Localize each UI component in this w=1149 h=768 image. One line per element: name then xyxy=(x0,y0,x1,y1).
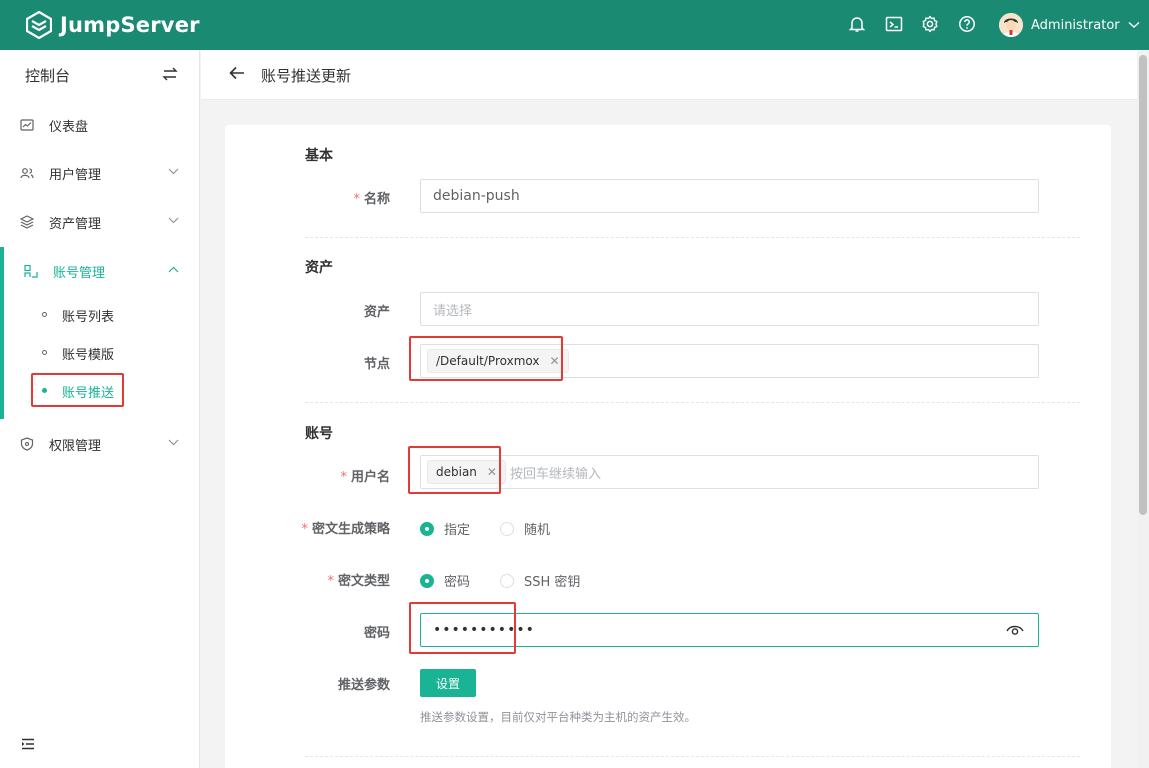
dashboard-icon xyxy=(20,119,34,131)
sidebar-item-dashboard[interactable]: 仪表盘 xyxy=(0,101,200,149)
section-title-account: 账号 xyxy=(305,426,333,442)
radio-password[interactable]: 密码 xyxy=(420,571,470,590)
section-divider xyxy=(305,237,1080,238)
terminal-icon[interactable] xyxy=(885,15,903,33)
sidebar-subitem-label: 账号列表 xyxy=(62,310,115,325)
bullet-icon xyxy=(42,312,47,317)
switch-view-icon[interactable] xyxy=(162,66,178,82)
sidebar-subitem-account-push[interactable]: 账号推送 xyxy=(0,371,200,409)
nodes-select[interactable]: /Default/Proxmox ✕ xyxy=(420,344,1039,378)
radio-checked-icon xyxy=(420,521,434,536)
page-header: 账号推送更新 xyxy=(201,50,1137,100)
section-title-basic: 基本 xyxy=(305,148,333,164)
sidebar-header: 控制台 xyxy=(0,50,200,100)
bullet-icon xyxy=(42,388,47,393)
close-icon[interactable]: ✕ xyxy=(549,354,559,368)
name-label: * 名称 xyxy=(353,192,390,207)
node-tag: /Default/Proxmox ✕ xyxy=(427,349,569,373)
nodes-label: 节点 xyxy=(363,357,390,372)
radio-label: 指定 xyxy=(444,523,471,538)
brand-name: JumpServer xyxy=(60,13,200,37)
assets-placeholder: 请选择 xyxy=(433,303,473,319)
secret-strategy-label: * 密文生成策略 xyxy=(301,522,390,537)
sidebar-subitem-label: 账号推送 xyxy=(62,386,115,401)
sidebar-subitem-account-template[interactable]: 账号模版 xyxy=(0,333,200,371)
assets-select[interactable]: 请选择 xyxy=(420,292,1039,326)
sidebar-item-users[interactable]: 用户管理 xyxy=(0,149,200,197)
sidebar-item-accounts[interactable]: 账号管理 xyxy=(0,247,200,295)
password-value: ••••••••••• xyxy=(433,622,535,638)
sidebar-subitem-label: 账号模版 xyxy=(62,348,115,363)
sidebar-item-label: 仪表盘 xyxy=(49,119,89,135)
form-card xyxy=(225,125,1111,768)
bell-icon[interactable] xyxy=(848,15,866,33)
radio-label: SSH 密钥 xyxy=(524,575,581,590)
chevron-down-icon xyxy=(168,168,179,175)
radio-unchecked-icon xyxy=(500,521,515,536)
avatar xyxy=(999,13,1023,37)
sidebar-subitem-account-list[interactable]: 账号列表 xyxy=(0,295,200,333)
username-placeholder: 按回车继续输入 xyxy=(509,466,601,482)
secret-type-label: * 密文类型 xyxy=(327,574,390,589)
jumpserver-logo-icon xyxy=(26,11,52,39)
sidebar-item-assets[interactable]: 资产管理 xyxy=(0,198,200,246)
chevron-down-icon xyxy=(1128,21,1140,28)
radio-ssh-key[interactable]: SSH 密钥 xyxy=(500,571,580,590)
radio-random[interactable]: 随机 xyxy=(500,519,550,538)
section-title-asset: 资产 xyxy=(305,260,333,276)
collapse-sidebar-icon[interactable] xyxy=(21,738,35,750)
close-icon[interactable]: ✕ xyxy=(487,465,497,479)
accounts-icon xyxy=(24,264,38,278)
username-label: * 用户名 xyxy=(340,470,390,485)
sidebar-item-label: 账号管理 xyxy=(53,265,106,281)
radio-label: 随机 xyxy=(524,523,551,538)
chevron-up-icon xyxy=(168,266,179,273)
node-tag-label: /Default/Proxmox xyxy=(436,354,540,368)
users-icon xyxy=(20,168,34,179)
scrollbar[interactable] xyxy=(1137,50,1149,768)
radio-label: 密码 xyxy=(444,575,471,590)
shield-icon xyxy=(20,437,34,451)
username-input[interactable]: debian ✕ 按回车继续输入 xyxy=(420,455,1039,489)
push-params-settings-button[interactable]: 设置 xyxy=(420,669,476,697)
sidebar-item-label: 权限管理 xyxy=(49,438,102,454)
chevron-down-icon xyxy=(168,217,179,224)
gear-icon[interactable] xyxy=(921,15,939,33)
eye-icon[interactable] xyxy=(1006,624,1024,636)
secret-strategy-radio-group: 指定 随机 xyxy=(420,519,580,538)
secret-type-radio-group: 密码 SSH 密钥 xyxy=(420,571,610,590)
user-menu[interactable]: Administrator xyxy=(999,13,1140,37)
username-tag: debian ✕ xyxy=(427,460,506,484)
bullet-icon xyxy=(42,350,47,355)
section-divider xyxy=(305,402,1080,403)
back-arrow-icon[interactable] xyxy=(229,66,245,80)
sidebar-item-label: 用户管理 xyxy=(49,167,102,183)
sidebar-title: 控制台 xyxy=(25,67,71,85)
radio-specify[interactable]: 指定 xyxy=(420,519,470,538)
section-divider xyxy=(305,756,1080,757)
name-input[interactable]: debian-push xyxy=(420,179,1039,213)
scrollbar-thumb[interactable] xyxy=(1139,55,1147,515)
push-params-label: 推送参数 xyxy=(337,678,390,693)
chevron-down-icon xyxy=(168,439,179,446)
password-label: 密码 xyxy=(363,626,390,641)
sidebar-item-label: 资产管理 xyxy=(49,216,102,232)
username-tag-label: debian xyxy=(436,465,477,479)
radio-checked-icon xyxy=(420,573,434,588)
name-value: debian-push xyxy=(433,188,520,204)
radio-unchecked-icon xyxy=(500,573,515,588)
user-name: Administrator xyxy=(1031,17,1120,33)
logo[interactable]: JumpServer xyxy=(26,10,200,40)
assets-label: 资产 xyxy=(363,305,390,320)
password-input[interactable]: ••••••••••• xyxy=(420,613,1039,647)
top-bar: JumpServer Administrator xyxy=(0,0,1149,50)
assets-icon xyxy=(20,215,34,229)
page-title: 账号推送更新 xyxy=(261,67,352,85)
push-params-help-text: 推送参数设置，目前仅对平台种类为主机的资产生效。 xyxy=(420,710,696,724)
sidebar-item-permissions[interactable]: 权限管理 xyxy=(0,420,200,468)
help-icon[interactable] xyxy=(958,15,976,33)
sidebar: 控制台 仪表盘 用户管理 资产管理 账号管理 账号列表 账号模版 账号推送 权限… xyxy=(0,50,200,768)
